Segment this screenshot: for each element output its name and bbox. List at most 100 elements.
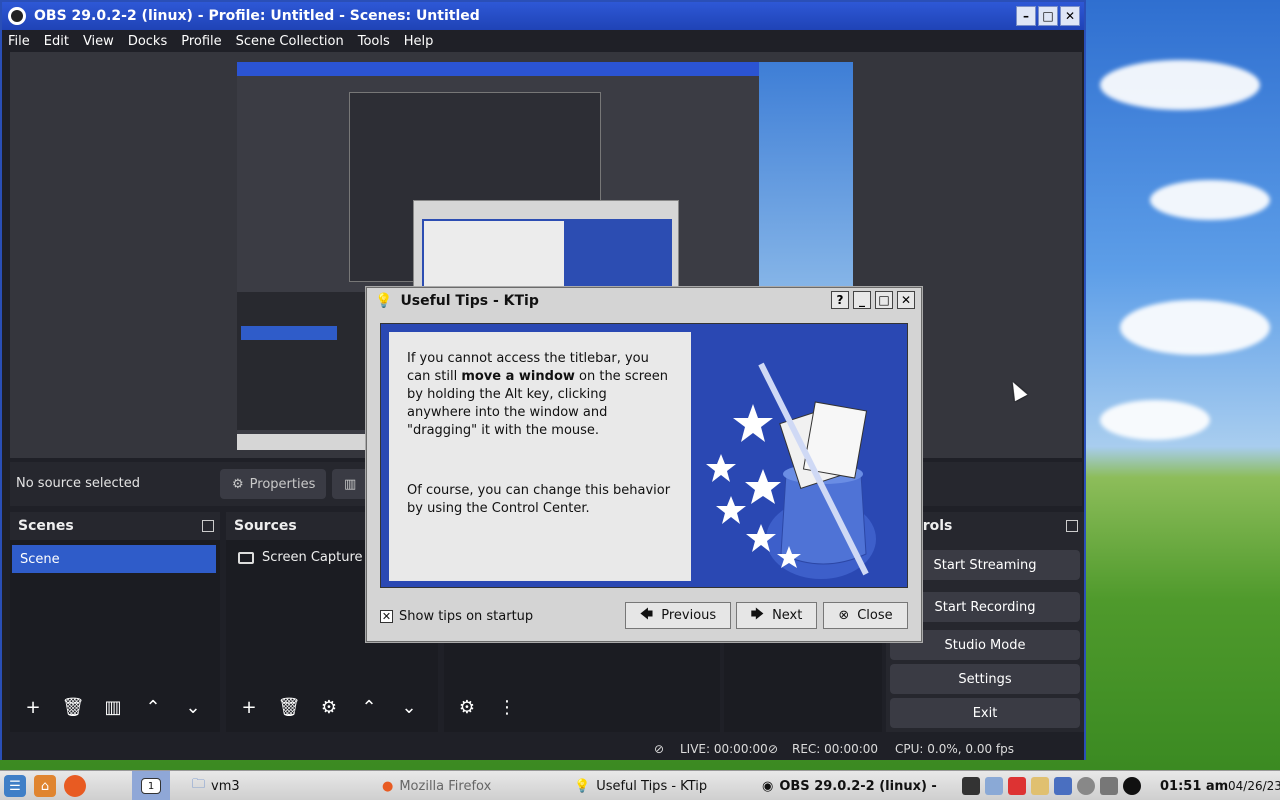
no-source-label: No source selected: [16, 476, 140, 491]
chevron-down-icon[interactable]: ⌄: [394, 694, 424, 720]
gear-icon[interactable]: ⚙: [314, 694, 344, 720]
firefox-icon: ●: [382, 778, 394, 794]
arrow-right-icon: 🡆: [750, 606, 765, 622]
tip-text-3: Of course, you can change this behavior …: [407, 483, 671, 516]
desktop-pager[interactable]: 1: [132, 771, 170, 800]
network-icon[interactable]: [1077, 777, 1095, 795]
lock-icon[interactable]: [1100, 777, 1118, 795]
filter-icon: ▥: [344, 476, 357, 492]
more-icon[interactable]: ⋮: [492, 694, 522, 720]
checkbox-checked-icon: ✕: [380, 610, 393, 623]
help-icon[interactable]: ?: [831, 291, 849, 309]
firefox-launcher[interactable]: [64, 771, 86, 800]
scene-item-label: Scene: [20, 551, 60, 567]
undock-icon[interactable]: [202, 520, 214, 532]
security-icon[interactable]: [1008, 777, 1026, 795]
gear-icon[interactable]: ⚙: [452, 694, 482, 720]
next-label: Next: [772, 608, 803, 623]
clock-date[interactable]: 04/26/23: [1228, 771, 1280, 800]
task-vm3-label: vm3: [211, 778, 240, 794]
magic-hat-illustration: [691, 324, 907, 587]
add-icon[interactable]: +: [234, 694, 264, 720]
tips-title: Useful Tips - KTip: [400, 293, 539, 309]
menu-docks[interactable]: Docks: [128, 34, 167, 49]
trash-icon[interactable]: 🗑: [58, 694, 88, 720]
cpu-status: CPU: 0.0%, 0.00 fps: [895, 742, 1014, 756]
close-button[interactable]: ✕: [1060, 6, 1080, 26]
chevron-up-icon[interactable]: ⌃: [354, 694, 384, 720]
terminal-icon[interactable]: [962, 777, 980, 795]
menu-edit[interactable]: Edit: [44, 34, 69, 49]
obs-icon: ◉: [762, 778, 774, 794]
menu-help[interactable]: Help: [404, 34, 434, 49]
maximize-icon[interactable]: □: [875, 291, 893, 309]
tip-panel: If you cannot access the titlebar, you c…: [380, 323, 908, 588]
lightbulb-icon: 💡: [574, 778, 591, 794]
properties-label: Properties: [249, 476, 316, 492]
monitor-icon: [238, 551, 254, 564]
obs-tray-icon[interactable]: [1123, 777, 1141, 795]
close-dialog-button[interactable]: ⊗ Close: [823, 602, 908, 629]
maximize-button[interactable]: □: [1038, 6, 1058, 26]
scenes-dock: Scenes Scene + 🗑 ▥ ⌃ ⌄: [10, 512, 220, 732]
close-label: Close: [857, 608, 893, 623]
close-icon[interactable]: ✕: [897, 291, 915, 309]
previous-label: Previous: [661, 608, 717, 623]
desktop-1-icon: 1: [141, 778, 161, 794]
taskbar: ☰ ⌂ 1 🗀 vm3 ● Mozilla Firefox 💡 Useful T…: [0, 770, 1280, 800]
minimize-icon[interactable]: _: [853, 291, 871, 309]
close-circle-icon: ⊗: [838, 608, 850, 623]
scene-item[interactable]: Scene: [12, 545, 216, 573]
system-tray: [962, 771, 1146, 800]
display-icon[interactable]: [1054, 777, 1072, 795]
chevron-down-icon[interactable]: ⌄: [178, 694, 208, 720]
filter-icon[interactable]: ▥: [98, 694, 128, 720]
menu-tools[interactable]: Tools: [358, 34, 390, 49]
menu-view[interactable]: View: [83, 34, 114, 49]
obs-logo-icon: [8, 7, 26, 25]
menu-scene-collection[interactable]: Scene Collection: [236, 34, 344, 49]
clock-time[interactable]: 01:51 am: [1160, 771, 1228, 800]
kde-menu-icon: ☰: [4, 775, 26, 797]
show-tips-checkbox[interactable]: ✕ Show tips on startup: [380, 609, 533, 624]
next-button[interactable]: 🡆 Next: [736, 602, 817, 629]
properties-button[interactable]: ⚙ Properties: [220, 469, 326, 499]
tip-text: If you cannot access the titlebar, you c…: [389, 332, 691, 581]
stream-icon: ⊘: [654, 742, 665, 756]
tips-titlebar[interactable]: 💡 Useful Tips - KTip ? _ □ ✕: [367, 288, 921, 314]
task-vm3[interactable]: 🗀 vm3: [192, 771, 240, 800]
trash-icon[interactable]: 🗑: [274, 694, 304, 720]
live-status: LIVE: 00:00:00: [680, 742, 768, 756]
previous-button[interactable]: 🡄 Previous: [625, 602, 731, 629]
task-firefox[interactable]: ● Mozilla Firefox: [382, 771, 491, 800]
gear-icon: ⚙: [232, 476, 244, 492]
task-obs[interactable]: ◉ OBS 29.0.2-2 (linux) -: [762, 771, 937, 800]
status-bar: ⊘ LIVE: 00:00:00 ⊘ REC: 00:00:00 CPU: 0.…: [2, 738, 1084, 760]
menu-profile[interactable]: Profile: [181, 34, 221, 49]
task-ktip[interactable]: 💡 Useful Tips - KTip: [574, 771, 707, 800]
scenes-header: Scenes: [10, 512, 220, 540]
show-tips-label: Show tips on startup: [399, 609, 534, 624]
obs-window-title: OBS 29.0.2-2 (linux) - Profile: Untitled…: [34, 8, 480, 24]
window-list-icon[interactable]: [985, 777, 1003, 795]
lightbulb-icon: 💡: [375, 293, 393, 309]
home-launcher[interactable]: ⌂: [34, 771, 56, 800]
folder-icon: 🗀: [192, 777, 206, 792]
klipper-icon[interactable]: [1031, 777, 1049, 795]
add-icon[interactable]: +: [18, 694, 48, 720]
exit-button[interactable]: Exit: [890, 698, 1080, 728]
task-ktip-label: Useful Tips - KTip: [596, 778, 708, 794]
start-menu-button[interactable]: ☰: [4, 771, 26, 800]
chevron-up-icon[interactable]: ⌃: [138, 694, 168, 720]
task-firefox-label: Mozilla Firefox: [399, 778, 492, 794]
obs-titlebar[interactable]: OBS 29.0.2-2 (linux) - Profile: Untitled…: [2, 2, 1084, 30]
minimize-button[interactable]: –: [1016, 6, 1036, 26]
settings-button[interactable]: Settings: [890, 664, 1080, 694]
firefox-icon: [64, 775, 86, 797]
rec-status: REC: 00:00:00: [792, 742, 879, 756]
source-item[interactable]: Screen Capture (X: [238, 550, 381, 565]
tips-dialog: 💡 Useful Tips - KTip ? _ □ ✕ If you cann…: [366, 287, 922, 642]
undock-icon[interactable]: [1066, 520, 1078, 532]
menu-file[interactable]: File: [8, 34, 30, 49]
tips-footer: ✕ Show tips on startup 🡄 Previous 🡆 Next…: [380, 602, 910, 630]
